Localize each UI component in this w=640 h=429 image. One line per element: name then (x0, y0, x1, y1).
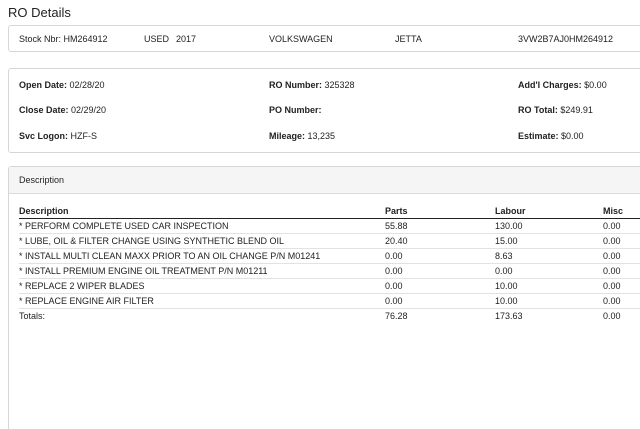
estimate-field: Estimate: $0.00 (518, 131, 584, 141)
vehicle-vin: 3VW2B7AJ0HM264912 (518, 34, 614, 44)
operations-table: Description Parts Labour Misc * PERFORM … (19, 204, 640, 323)
ro-total-label: RO Total: (518, 105, 558, 115)
row-description: * PERFORM COMPLETE USED CAR INSPECTION (19, 218, 385, 234)
svc-logon-value: HZF-S (70, 131, 98, 141)
row-misc: 0.00 (603, 263, 640, 279)
stock-number: Stock Nbr: HM264912 (19, 34, 108, 44)
totals-row: Totals: 76.28 173.63 0.00 (19, 308, 640, 323)
row-parts: 20.40 (385, 233, 495, 249)
table-row: * REPLACE 2 WIPER BLADES 0.00 10.00 0.00 (19, 278, 640, 294)
row-description: * INSTALL PREMIUM ENGINE OIL TREATMENT P… (19, 263, 385, 279)
vehicle-info-panel: Stock Nbr: HM264912 USED 2017 VOLKSWAGEN… (8, 25, 640, 52)
estimate-value: $0.00 (561, 131, 584, 141)
addl-charges-field: Add'l Charges: $0.00 (518, 80, 607, 90)
close-date-value: 02/29/20 (71, 105, 107, 115)
vehicle-make: VOLKSWAGEN (269, 34, 333, 44)
col-parts-header: Parts (385, 204, 495, 219)
row-labour: 130.00 (495, 218, 603, 234)
close-date-field: Close Date: 02/29/20 (19, 105, 106, 115)
ro-number-value: 325328 (324, 80, 355, 90)
ro-number-field: RO Number: 325328 (269, 80, 355, 90)
table-row: * LUBE, OIL & FILTER CHANGE USING SYNTHE… (19, 233, 640, 249)
row-misc: 0.00 (603, 293, 640, 309)
ro-total-value: $249.91 (560, 105, 593, 115)
vehicle-year: 2017 (176, 34, 197, 44)
ro-total-field: RO Total: $249.91 (518, 105, 593, 115)
totals-misc: 0.00 (603, 310, 621, 321)
operations-panel-header: Description (9, 167, 640, 194)
svc-logon-field: Svc Logon: HZF-S (19, 131, 97, 141)
row-labour: 0.00 (495, 263, 603, 279)
row-parts: 0.00 (385, 248, 495, 264)
row-parts: 0.00 (385, 293, 495, 309)
row-parts: 0.00 (385, 263, 495, 279)
addl-charges-label: Add'l Charges: (518, 80, 582, 90)
col-labour-header: Labour (495, 204, 603, 219)
close-date-label: Close Date: (19, 105, 69, 115)
row-misc: 0.00 (603, 233, 640, 249)
table-row: * INSTALL MULTI CLEAN MAXX PRIOR TO AN O… (19, 248, 640, 264)
open-date-field: Open Date: 02/28/20 (19, 80, 105, 90)
row-labour: 10.00 (495, 278, 603, 294)
po-number-label: PO Number: (269, 105, 322, 115)
row-misc: 0.00 (603, 278, 640, 294)
mileage-label: Mileage: (269, 131, 306, 141)
totals-label: Totals: (19, 310, 46, 321)
mileage-value: 13,235 (307, 131, 336, 141)
vehicle-condition: USED (144, 34, 170, 44)
vehicle-model: JETTA (395, 34, 422, 44)
ro-info-panel: Open Date: 02/28/20 Close Date: 02/29/20… (8, 68, 640, 153)
row-parts: 0.00 (385, 278, 495, 294)
row-labour: 8.63 (495, 248, 603, 264)
row-description: * REPLACE ENGINE AIR FILTER (19, 293, 385, 309)
col-description-header: Description (19, 204, 385, 219)
addl-charges-value: $0.00 (584, 80, 607, 90)
ro-number-label: RO Number: (269, 80, 323, 90)
svc-logon-label: Svc Logon: (19, 131, 68, 141)
open-date-value: 02/28/20 (69, 80, 105, 90)
page-title: RO Details (8, 5, 71, 20)
open-date-label: Open Date: (19, 80, 68, 90)
po-number-field: PO Number: (269, 105, 322, 115)
totals-labour: 173.63 (495, 310, 523, 321)
table-row: * REPLACE ENGINE AIR FILTER 0.00 10.00 0… (19, 293, 640, 309)
table-header-row: Description Parts Labour Misc (19, 204, 640, 219)
mileage-field: Mileage: 13,235 (269, 131, 335, 141)
table-row: * PERFORM COMPLETE USED CAR INSPECTION 5… (19, 218, 640, 234)
table-row: * INSTALL PREMIUM ENGINE OIL TREATMENT P… (19, 263, 640, 279)
row-labour: 10.00 (495, 293, 603, 309)
row-description: * REPLACE 2 WIPER BLADES (19, 278, 385, 294)
operations-panel: Description Description Parts Labour Mis… (8, 166, 640, 429)
totals-parts: 76.28 (385, 310, 408, 321)
col-misc-header: Misc (603, 204, 640, 219)
row-parts: 55.88 (385, 218, 495, 234)
estimate-label: Estimate: (518, 131, 559, 141)
row-labour: 15.00 (495, 233, 603, 249)
row-misc: 0.00 (603, 248, 640, 264)
row-description: * INSTALL MULTI CLEAN MAXX PRIOR TO AN O… (19, 248, 385, 264)
row-description: * LUBE, OIL & FILTER CHANGE USING SYNTHE… (19, 233, 385, 249)
row-misc: 0.00 (603, 218, 640, 234)
